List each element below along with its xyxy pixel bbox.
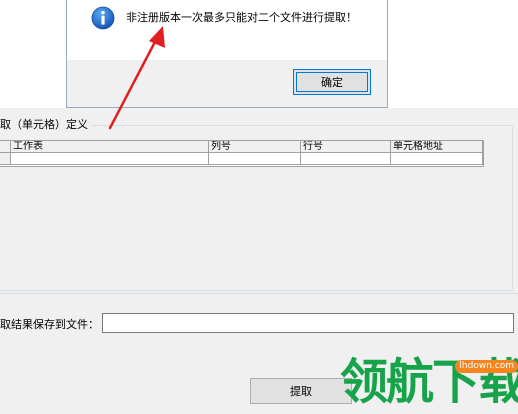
screen: 取（单元格）定义 工作表 列号 行号 单元格地址 取结果保存到文件： 提取 非注… [0,0,518,414]
cell-address[interactable] [391,153,483,165]
definition-grid[interactable]: 工作表 列号 行号 单元格地址 [0,140,484,167]
annotation-arrow [108,26,165,130]
cell-column[interactable] [209,153,301,165]
extract-button[interactable]: 提取 [250,378,352,404]
cell-sheet[interactable] [11,153,209,165]
watermark: 领航下载 lhdown.com [340,352,518,414]
save-path-input[interactable] [102,313,514,333]
cell-row[interactable] [301,153,391,165]
column-header-row[interactable]: 行号 [301,141,391,153]
dialog-message: 非注册版本一次最多只能对二个文件进行提取！ [126,11,357,24]
ok-button[interactable]: 确定 [293,69,371,95]
grid-corner-cell[interactable] [0,141,11,153]
column-header-cell-address[interactable]: 单元格地址 [391,141,483,153]
grid-header-row: 工作表 列号 行号 单元格地址 [0,141,483,153]
save-path-label: 取结果保存到文件： [0,318,99,331]
section-divider [0,293,518,294]
table-row[interactable] [0,153,483,165]
watermark-badge: lhdown.com [455,360,518,373]
column-header-sheet[interactable]: 工作表 [11,141,209,153]
extraction-definition-title: 取（单元格）定义 [0,119,91,131]
column-header-column[interactable]: 列号 [209,141,301,153]
row-indicator[interactable] [0,153,11,165]
ok-button-label: 确定 [321,76,343,89]
